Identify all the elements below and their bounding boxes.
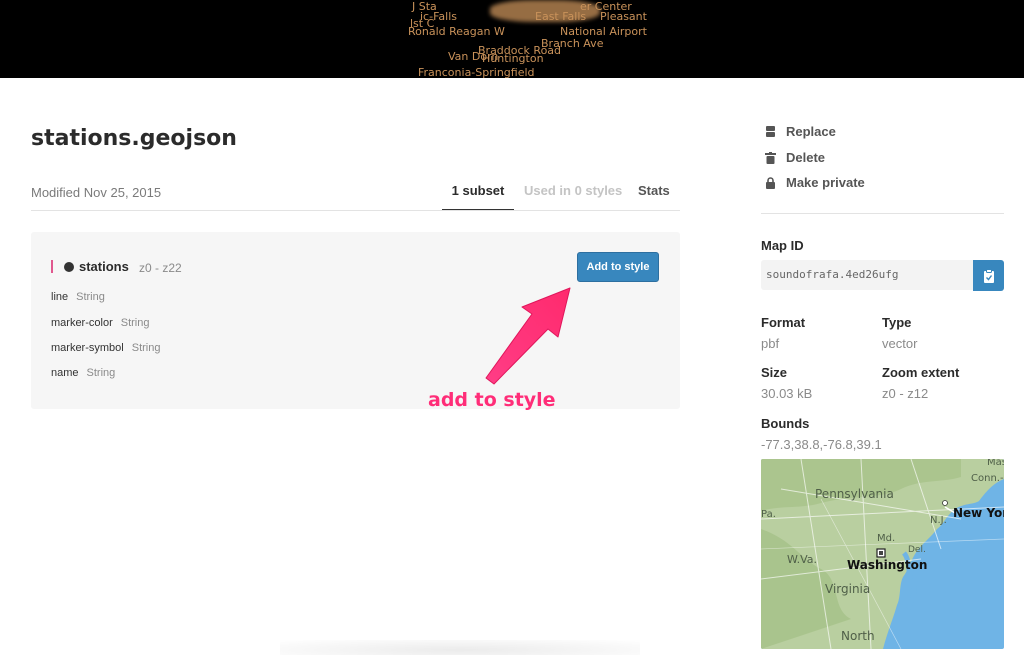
banner-label: Huntington (482, 52, 544, 65)
size-label: Size (761, 365, 788, 380)
map-label-nj: N.J. (930, 515, 947, 526)
field-row: marker-color String (51, 317, 149, 329)
map-label-virginia: Virginia (825, 582, 871, 596)
map-label-wva: W.Va. (787, 553, 818, 566)
field-type: String (86, 367, 116, 379)
delete-label: Delete (786, 150, 826, 165)
field-name: line (51, 291, 69, 303)
map-banner: J Sta ic-Falls lst C er Center East Fall… (0, 0, 1024, 78)
field-name: marker-color (51, 317, 113, 329)
tab-stats[interactable]: Stats (638, 183, 670, 198)
field-type: String (120, 317, 150, 329)
copy-button[interactable] (973, 260, 1004, 291)
tabs-divider (31, 210, 680, 211)
trash-icon (765, 151, 776, 164)
field-row: marker-symbol String (51, 342, 160, 354)
map-label-north: North (841, 629, 875, 643)
map-label-md: Md. (877, 533, 896, 544)
field-row: line String (51, 291, 105, 303)
map-id-field[interactable]: soundofrafa.4ed26ufg (761, 260, 973, 290)
replace-button[interactable]: Replace (765, 124, 836, 139)
tab-subset[interactable]: 1 subset (442, 183, 514, 211)
bounds-map[interactable]: Pennsylvania Pa. Mas Conn.- N.J. New Yor… (761, 459, 1004, 649)
map-label-conn: Conn.- (971, 473, 1004, 484)
banner-label: Ronald Reagan W (408, 25, 505, 38)
field-type: String (131, 342, 161, 354)
format-value: pbf (761, 336, 780, 351)
zoom-extent-label: Zoom extent (882, 365, 960, 380)
map-label-pa: Pa. (761, 509, 776, 520)
sidebar-divider (761, 213, 1004, 214)
clipboard-icon (983, 268, 994, 283)
modified-date: Modified Nov 25, 2015 (31, 185, 162, 200)
layer-zoom-range: z0 - z22 (139, 261, 182, 275)
map-label-pennsylvania: Pennsylvania (815, 487, 894, 501)
map-label-ma: Mas (987, 459, 1004, 468)
map-label-washington: Washington (847, 558, 928, 572)
annotation-arrow-icon (485, 287, 571, 385)
bounds-value: -77.3,38.8,-76.8,39.1 (761, 437, 882, 452)
replace-label: Replace (786, 124, 836, 139)
map-label-new-york: New York (953, 506, 1004, 520)
page-title: stations.geojson (31, 126, 237, 151)
field-name: marker-symbol (51, 342, 124, 354)
layer-color-bar (51, 260, 53, 273)
annotation-label: add to style (428, 389, 556, 411)
point-icon (64, 262, 74, 272)
lock-icon (766, 176, 775, 189)
delete-button[interactable]: Delete (765, 150, 825, 165)
field-name: name (51, 367, 79, 379)
field-row: name String (51, 367, 115, 379)
bounds-label: Bounds (761, 416, 810, 431)
format-label: Format (761, 315, 806, 330)
zoom-extent-value: z0 - z12 (882, 386, 929, 401)
map-label-del: Del. (908, 545, 926, 555)
size-value: 30.03 kB (761, 386, 813, 401)
banner-label: East Falls (535, 10, 587, 23)
banner-label: Franconia-Springfield (418, 66, 535, 78)
type-label: Type (882, 315, 912, 330)
add-to-style-button[interactable]: Add to style (577, 252, 659, 282)
field-type: String (76, 291, 105, 303)
banner-label: Pleasant (600, 10, 647, 23)
database-icon (766, 125, 775, 137)
make-private-label: Make private (786, 175, 865, 190)
bottom-shadow (280, 640, 640, 655)
layer-name: stations (79, 259, 129, 274)
type-value: vector (882, 336, 918, 351)
tab-used-in-styles: Used in 0 styles (524, 183, 623, 198)
map-id-label: Map ID (761, 238, 804, 253)
make-private-button[interactable]: Make private (765, 175, 865, 190)
